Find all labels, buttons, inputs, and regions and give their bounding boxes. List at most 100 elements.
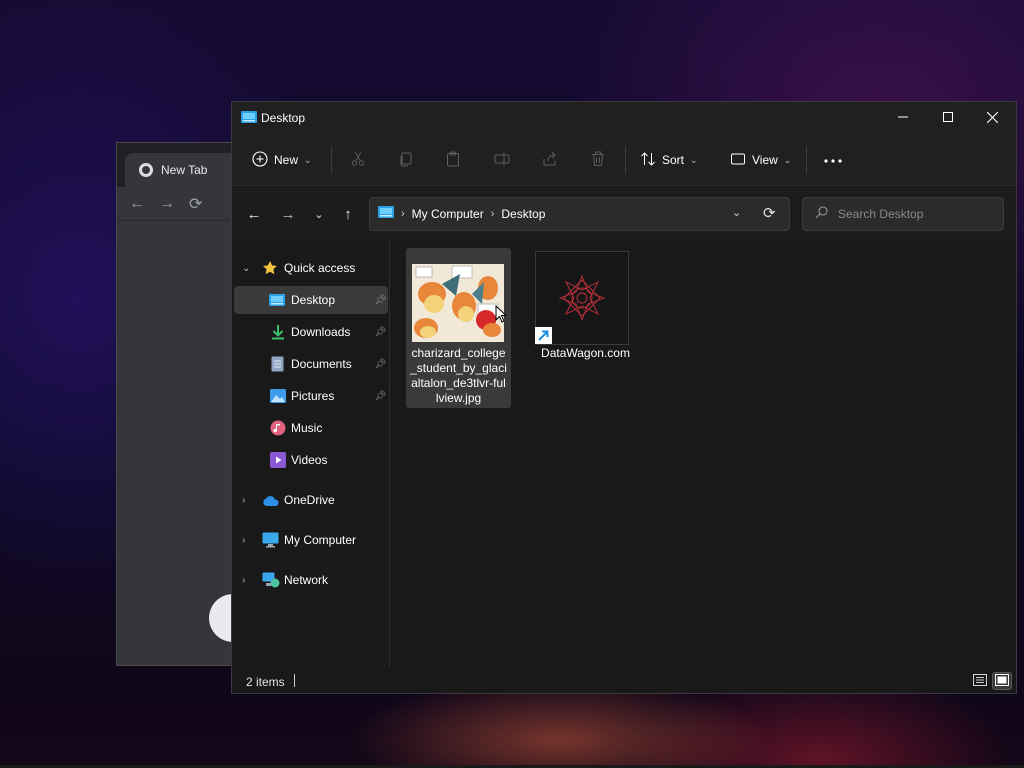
share-button[interactable] — [542, 146, 558, 174]
pin-icon[interactable]: 📌︎ — [374, 391, 387, 402]
nav-network-label: Network — [284, 573, 329, 587]
chrome-content — [117, 222, 257, 665]
nav-onedrive-label: OneDrive — [284, 493, 335, 507]
shortcut-thumbnail — [535, 251, 629, 345]
chevron-right-icon[interactable]: › — [491, 208, 495, 220]
sort-label: Sort — [662, 153, 685, 167]
view-icon — [730, 151, 746, 170]
chrome-tabstrip: New Tab — [117, 143, 245, 187]
pin-icon[interactable]: 📌︎ — [374, 295, 387, 306]
file-explorer-window[interactable]: Desktop New ⌄ Sort ⌄ View ⌄ ← → ⌄ ↑ › My… — [231, 101, 1017, 694]
search-box[interactable] — [802, 197, 1004, 231]
back-arrow-icon[interactable]: ← — [129, 195, 145, 213]
rename-button[interactable] — [494, 146, 510, 174]
star-icon — [262, 260, 278, 279]
nav-my-computer-label: My Computer — [284, 533, 357, 547]
desktop-folder-icon — [378, 206, 394, 221]
file-list-pane[interactable]: charizard_college_student_by_glacialtalo… — [391, 242, 1016, 667]
delete-button[interactable] — [590, 146, 606, 174]
copy-button[interactable] — [398, 146, 414, 174]
chevron-right-icon[interactable]: › — [242, 495, 245, 506]
desktop-folder-icon — [241, 111, 257, 126]
large-icons-view-button[interactable] — [992, 672, 1012, 690]
command-bar: New ⌄ Sort ⌄ View ⌄ — [232, 132, 1016, 186]
sidebar-item-desktop[interactable]: Desktop 📌︎ — [234, 286, 388, 314]
details-view-button[interactable] — [970, 672, 990, 690]
sidebar-item-label: Videos — [291, 453, 328, 467]
network-icon — [262, 572, 280, 591]
file-tile-charizard-jpg[interactable]: charizard_college_student_by_glacialtalo… — [406, 248, 511, 408]
chevron-down-icon: ⌄ — [304, 154, 312, 165]
share-icon — [542, 151, 558, 170]
address-history-chevron-icon[interactable]: ⌄ — [732, 206, 741, 219]
file-name-label: DataWagon.com — [541, 346, 630, 360]
breadcrumb-desktop[interactable]: Desktop — [501, 207, 545, 221]
copy-icon — [398, 151, 414, 170]
close-button[interactable] — [970, 102, 1015, 132]
sort-arrows-icon — [640, 151, 656, 170]
view-button[interactable]: View ⌄ — [730, 146, 791, 174]
chevron-right-icon[interactable]: › — [242, 535, 245, 546]
search-input[interactable] — [838, 207, 988, 221]
up-arrow-icon[interactable]: ↑ — [338, 206, 358, 223]
recent-locations-chevron-icon[interactable]: ⌄ — [309, 208, 329, 221]
new-button[interactable]: New ⌄ — [252, 146, 312, 174]
chrome-logo-icon — [139, 163, 153, 177]
view-label: View — [752, 153, 778, 167]
toolbar-separator — [625, 146, 626, 174]
cut-button[interactable] — [350, 146, 366, 174]
search-icon — [815, 206, 828, 222]
chrome-toolbar: ← → ⟳ — [117, 187, 245, 221]
toolbar-separator — [331, 146, 332, 174]
sidebar-item-downloads[interactable]: Downloads 📌︎ — [234, 318, 388, 346]
nav-my-computer[interactable]: › My Computer — [234, 526, 388, 554]
chevron-down-icon: ⌄ — [690, 154, 698, 165]
forward-arrow-icon[interactable]: → — [159, 195, 175, 213]
address-row: ← → ⌄ ↑ › My Computer › Desktop ⌄ ⟳ — [232, 187, 1016, 241]
chevron-down-icon[interactable]: ⌄ — [242, 263, 250, 274]
computer-monitor-icon — [262, 532, 279, 551]
details-list-icon — [973, 673, 987, 689]
sidebar-item-videos[interactable]: Videos — [234, 446, 388, 474]
reload-icon[interactable]: ⟳ — [189, 194, 202, 214]
document-icon — [271, 356, 284, 375]
more-options-button[interactable] — [824, 146, 842, 174]
chrome-tab-new-tab[interactable]: New Tab — [125, 153, 245, 187]
chevron-right-icon[interactable]: › — [242, 575, 245, 586]
sidebar-item-music[interactable]: Music — [234, 414, 388, 442]
file-name-label: charizard_college_student_by_glacialtalo… — [410, 346, 507, 405]
navigation-pane: ⌄ Quick access Desktop 📌︎ Downloads 📌︎ D… — [232, 242, 390, 667]
maximize-button[interactable] — [925, 102, 970, 132]
breadcrumb-my-computer[interactable]: My Computer — [412, 207, 484, 221]
address-bar[interactable]: › My Computer › Desktop ⌄ ⟳ — [369, 197, 790, 231]
nav-quick-access-label: Quick access — [284, 261, 356, 275]
minimize-button[interactable] — [880, 102, 925, 132]
chrome-window[interactable]: New Tab ← → ⟳ — [116, 142, 257, 666]
nav-quick-access[interactable]: ⌄ Quick access — [234, 254, 388, 282]
nav-network[interactable]: › Network — [234, 566, 388, 594]
rename-icon — [494, 151, 510, 170]
file-tile-datawagon-shortcut[interactable]: DataWagon.com — [533, 248, 638, 408]
forward-arrow-icon[interactable]: → — [278, 206, 298, 223]
nav-onedrive[interactable]: › OneDrive — [234, 486, 388, 514]
trash-icon — [590, 151, 606, 170]
sort-button[interactable]: Sort ⌄ — [640, 146, 698, 174]
sidebar-item-label: Desktop — [291, 293, 336, 307]
scissors-icon — [350, 151, 366, 170]
music-note-icon — [270, 420, 286, 439]
sidebar-item-label: Pictures — [291, 389, 335, 403]
pin-icon[interactable]: 📌︎ — [374, 327, 387, 338]
video-icon — [270, 452, 286, 471]
paste-button[interactable] — [445, 146, 461, 174]
pin-icon[interactable]: 📌︎ — [374, 359, 387, 370]
sidebar-item-documents[interactable]: Documents 📌︎ — [234, 350, 388, 378]
title-bar[interactable]: Desktop — [232, 102, 1016, 132]
chevron-down-icon: ⌄ — [783, 154, 792, 165]
refresh-icon[interactable]: ⟳ — [763, 204, 776, 222]
chevron-right-icon[interactable]: › — [401, 208, 405, 220]
clipboard-icon — [445, 151, 461, 170]
back-arrow-icon[interactable]: ← — [244, 206, 264, 223]
item-count: 2 items — [246, 675, 285, 689]
status-bar: 2 items — [232, 668, 1016, 693]
sidebar-item-pictures[interactable]: Pictures 📌︎ — [234, 382, 388, 410]
